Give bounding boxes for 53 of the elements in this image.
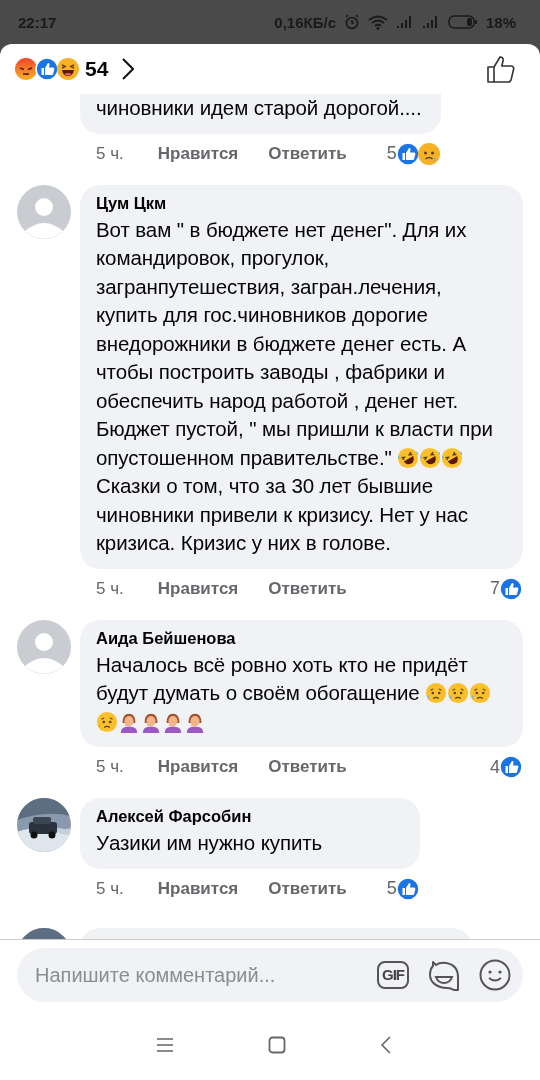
like-link[interactable]: Нравится bbox=[157, 757, 239, 777]
emoji-icon[interactable] bbox=[479, 959, 511, 991]
comment-input-field[interactable]: Напишите комментарий... GIF bbox=[17, 948, 523, 1002]
signal-icon bbox=[395, 15, 414, 29]
back-icon[interactable] bbox=[380, 1035, 392, 1055]
comment-text: Вот вам " в бюджете нет денег". Для их командировок, прогулок, загранпутешествия, загран.лечения, купить для гос.чиновников дорогие внедорожники в бюджете денег есть. А чтобы построить заводы , фабрики и обеспечить народ работой , денег нет. Бюджет пустой, " мы пришли к власти при опустошенном правительстве." Сказки о том, что за 30 лет бывшие чиновники привели к кризису. Нет у нас кризиса. Кризис у них в голове. bbox=[96, 216, 494, 556]
like-icon[interactable] bbox=[486, 54, 516, 84]
reaction-count[interactable]: 54 bbox=[85, 57, 109, 81]
like-reaction-icon bbox=[499, 755, 523, 779]
reply-link[interactable]: Ответить bbox=[268, 578, 347, 599]
reply-link[interactable]: Ответить bbox=[268, 757, 347, 777]
comment-time: 5 ч. bbox=[96, 757, 124, 777]
sad-emoji-icon bbox=[425, 682, 448, 704]
angry-reaction-icon bbox=[14, 57, 38, 81]
comment-time: 5 ч. bbox=[96, 143, 124, 164]
reaction-count[interactable]: 5 bbox=[386, 878, 397, 899]
like-link[interactable]: Нравится bbox=[157, 578, 239, 599]
sad-emoji-icon bbox=[96, 710, 118, 733]
battery-icon bbox=[447, 15, 478, 29]
like-link[interactable]: Нравится bbox=[157, 878, 239, 899]
home-icon[interactable] bbox=[268, 1036, 286, 1054]
author-name[interactable]: Алексей Фарсобин bbox=[96, 807, 404, 826]
like-reaction-icon bbox=[395, 876, 420, 901]
like-reaction-icon bbox=[395, 141, 420, 166]
comment-text: чиновники идем старой дорогой.... bbox=[96, 95, 423, 121]
comment-time: 5 ч. bbox=[96, 578, 124, 599]
sticker-icon[interactable] bbox=[427, 958, 461, 992]
signal-icon bbox=[421, 15, 440, 29]
laughing-emoji-icon bbox=[419, 446, 442, 469]
alarm-icon bbox=[343, 14, 360, 30]
reaction-count[interactable]: 7 bbox=[490, 578, 500, 599]
comment-text: Уазики им нужно купить bbox=[96, 830, 324, 856]
like-reaction-icon bbox=[499, 576, 523, 601]
laughing-emoji-icon bbox=[397, 446, 420, 469]
reaction-count[interactable]: 4 bbox=[490, 756, 500, 778]
gif-button[interactable]: GIF bbox=[377, 961, 409, 989]
menu-icon[interactable] bbox=[156, 1037, 174, 1053]
like-link[interactable]: Нравится bbox=[157, 143, 239, 164]
laughing-emoji-icon bbox=[441, 446, 464, 469]
reply-link[interactable]: Ответить bbox=[268, 143, 347, 164]
wifi-icon bbox=[367, 14, 388, 30]
author-name[interactable]: Цум Цкм bbox=[96, 193, 507, 213]
reaction-count[interactable]: 5 bbox=[386, 143, 397, 164]
sad-emoji-icon bbox=[469, 682, 492, 704]
sad-reaction-icon bbox=[416, 141, 441, 166]
author-name[interactable]: Аида Бейшенова bbox=[96, 628, 507, 648]
reply-link[interactable]: Ответить bbox=[268, 878, 347, 899]
laughing-reaction-icon bbox=[56, 57, 80, 81]
comment-time: 5 ч. bbox=[96, 878, 124, 899]
comment-text: Началось всё ровно хоть кто не придёт будут думать о своём обогащение bbox=[96, 650, 507, 736]
chevron-right-icon[interactable] bbox=[122, 58, 135, 80]
sad-emoji-icon bbox=[447, 682, 470, 704]
like-reaction-icon bbox=[35, 57, 59, 81]
